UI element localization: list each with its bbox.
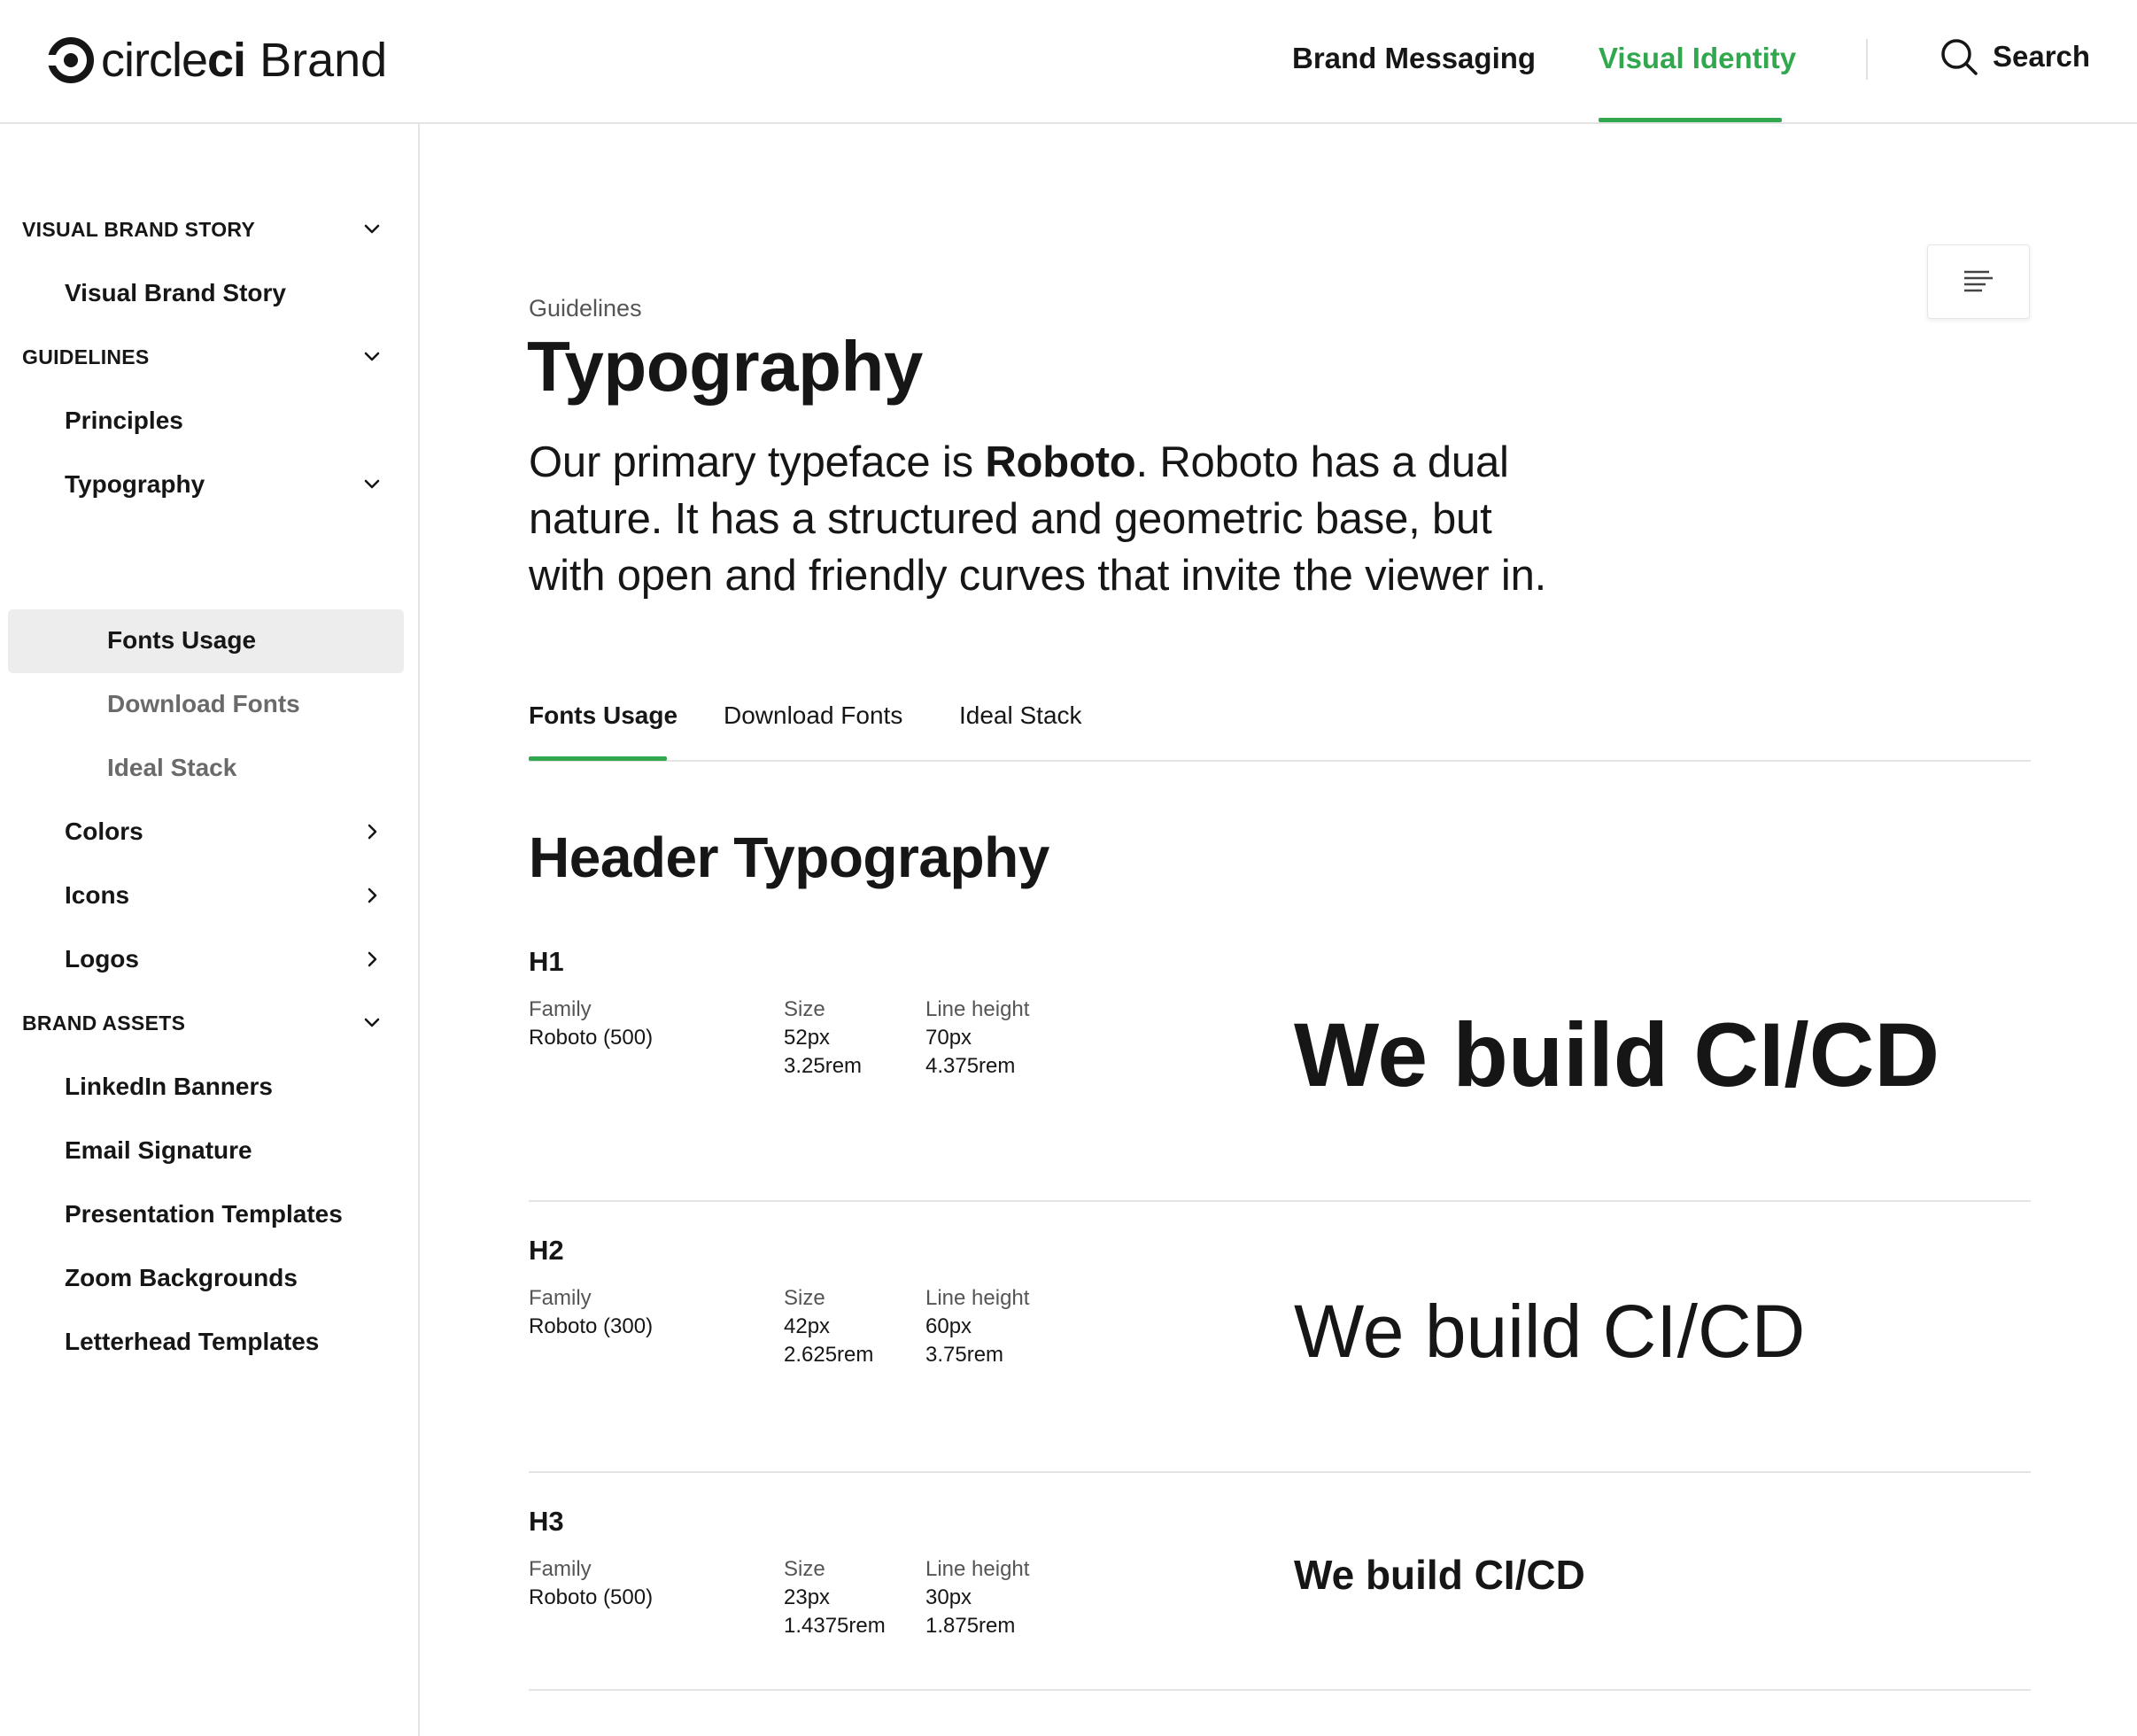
sidebar-item-label: Zoom Backgrounds (65, 1264, 298, 1291)
section-title: Header Typography (529, 825, 1049, 889)
sidebar-item-typography[interactable]: Typography (0, 453, 420, 515)
sidebar-item-label: Colors (65, 818, 143, 845)
spec-divider (529, 1200, 2031, 1202)
content-tabs: Fonts Usage Download Fonts Ideal Stack (529, 682, 2031, 762)
sidebar-item-principles[interactable]: Principles (0, 390, 420, 452)
chevron-down-icon (364, 1018, 380, 1027)
spec-line-height: Line height 30px 1.875rem (925, 1557, 1030, 1638)
type-spec-h3: H3 Family Roboto (500) Size 23px 1.4375r… (529, 1504, 2031, 1690)
intro-paragraph: Our primary typeface is Roboto. Roboto h… (529, 438, 1547, 600)
circleci-brand-logo[interactable]: circleci Brand (48, 32, 387, 89)
tab-active-underline (529, 756, 667, 761)
sidebar-section-guidelines[interactable]: GUIDELINES (0, 326, 420, 388)
sidebar-item-label: Email Signature (65, 1136, 252, 1164)
chevron-down-icon (364, 224, 380, 234)
tab-fonts-usage[interactable]: Fonts Usage (529, 698, 677, 733)
sidebar-item-label: Visual Brand Story (65, 279, 287, 306)
search-icon (1941, 39, 1978, 75)
sidebar-section-label: BRAND ASSETS (22, 1011, 186, 1035)
spec-name: H1 (529, 946, 564, 977)
circleci-logo-icon (48, 37, 94, 83)
chevron-right-icon (368, 824, 377, 840)
sidebar-section-label: GUIDELINES (22, 345, 150, 368)
chevron-down-icon (364, 352, 380, 361)
type-sample-h2: We build CI/CD (1294, 1290, 1806, 1373)
tab-download-fonts[interactable]: Download Fonts (724, 698, 902, 733)
sidebar-section-label: VISUAL BRAND STORY (22, 217, 256, 241)
spec-family: Family Roboto (500) (529, 997, 654, 1050)
sidebar-nav: VISUAL BRAND STORY Visual Brand Story GU… (0, 124, 420, 1736)
table-of-contents-icon (1964, 270, 1993, 292)
sidebar-item-label: Download Fonts (107, 690, 300, 717)
tab-ideal-stack[interactable]: Ideal Stack (959, 698, 1082, 733)
sidebar-section-brand-assets[interactable]: BRAND ASSETS (0, 992, 420, 1054)
sidebar-item-label: Presentation Templates (65, 1200, 343, 1228)
search-button[interactable]: Search (1940, 35, 2090, 78)
spec-size: Size 52px 3.25rem (784, 997, 863, 1078)
sidebar-item-letterhead-templates[interactable]: Letterhead Templates (0, 1311, 420, 1373)
chevron-right-icon (368, 951, 377, 967)
page-title: Typography (527, 327, 923, 406)
table-of-contents-button[interactable] (1927, 244, 2030, 319)
spec-family: Family Roboto (300) (529, 1286, 654, 1338)
chevron-right-icon (368, 887, 377, 903)
spec-name: H2 (529, 1235, 564, 1266)
sidebar-subitem-ideal-stack[interactable]: Ideal Stack (0, 737, 420, 799)
top-header: circleci Brand Brand Messaging Visual Id… (0, 0, 2137, 124)
sidebar-item-email-signature[interactable]: Email Signature (0, 1120, 420, 1182)
spec-name: H3 (529, 1506, 564, 1537)
sidebar-item-label: Fonts Usage (107, 626, 257, 654)
sidebar-item-label: Ideal Stack (107, 754, 237, 781)
type-spec-h2: H2 Family Roboto (300) Size 42px 2.625re… (529, 1233, 2031, 1437)
sidebar-item-label: LinkedIn Banners (65, 1073, 273, 1100)
sidebar-item-linkedin-banners[interactable]: LinkedIn Banners (0, 1056, 420, 1118)
sidebar-item-visual-brand-story[interactable]: Visual Brand Story (0, 262, 420, 324)
search-label: Search (1993, 40, 2091, 73)
sidebar-item-label: Icons (65, 881, 130, 909)
sidebar-subitem-fonts-usage[interactable]: Fonts Usage (0, 609, 420, 671)
sidebar-item-label: Principles (65, 407, 183, 434)
sidebar-item-presentation-templates[interactable]: Presentation Templates (0, 1183, 420, 1245)
nav-divider (1866, 39, 1868, 80)
sidebar-item-label: Letterhead Templates (65, 1328, 320, 1355)
type-sample-h3: We build CI/CD (1294, 1552, 1585, 1598)
spec-family: Family Roboto (500) (529, 1557, 654, 1609)
logo-brand-text: Brand (259, 34, 388, 87)
chevron-down-icon (364, 479, 380, 489)
spec-size: Size 23px 1.4375rem (784, 1557, 886, 1638)
nav-visual-identity[interactable]: Visual Identity (1599, 39, 1796, 78)
type-sample-h1: We build CI/CD (1294, 1004, 1940, 1105)
intro-emphasis: Roboto (985, 438, 1136, 486)
spec-line-height: Line height 60px 3.75rem (925, 1286, 1030, 1367)
sidebar-item-zoom-backgrounds[interactable]: Zoom Backgrounds (0, 1247, 420, 1309)
sidebar-item-label: Logos (65, 945, 139, 973)
sidebar-item-colors[interactable]: Colors (0, 801, 420, 863)
type-spec-h1: H1 Family Roboto (500) Size 52px 3.25rem… (529, 944, 2031, 1166)
sidebar-item-label: Typography (65, 470, 205, 498)
sidebar-section-visual-brand-story[interactable]: VISUAL BRAND STORY (0, 198, 420, 260)
sidebar-subitem-download-fonts[interactable]: Download Fonts (0, 673, 420, 735)
sidebar-item-logos[interactable]: Logos (0, 928, 420, 990)
nav-brand-messaging[interactable]: Brand Messaging (1292, 39, 1536, 78)
spec-line-height: Line height 70px 4.375rem (925, 997, 1030, 1078)
sidebar-item-icons[interactable]: Icons (0, 864, 420, 926)
nav-active-underline (1599, 118, 1782, 122)
spec-divider (529, 1689, 2031, 1691)
spec-size: Size 42px 2.625rem (784, 1286, 874, 1367)
breadcrumb: Guidelines (529, 295, 642, 322)
logo-wordmark: circleci (101, 34, 246, 87)
spec-divider (529, 1471, 2031, 1473)
